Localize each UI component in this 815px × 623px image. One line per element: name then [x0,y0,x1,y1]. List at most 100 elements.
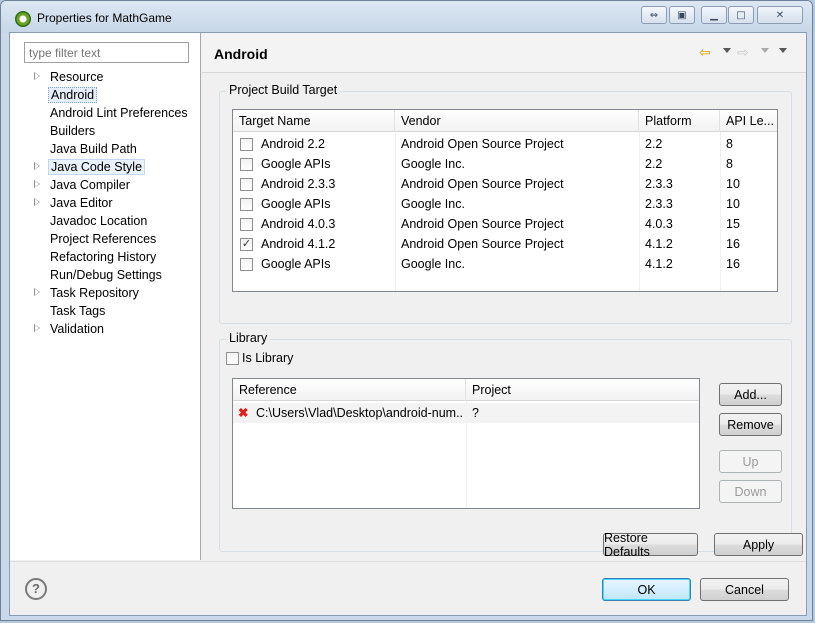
tree-item-label: Javadoc Location [50,214,148,228]
cell-api: 8 [726,157,733,171]
tree-item-label: Task Repository [50,286,139,300]
cell-platform: 2.3.3 [645,177,673,191]
tree-item-label: Java Code Style [48,159,146,175]
forward-dropdown-icon [761,48,769,53]
tree-item[interactable]: Resource [32,68,190,86]
tree-item-label: Refactoring History [50,250,157,264]
restore-layout-icon[interactable]: ⇔ [641,6,667,24]
tree-item[interactable]: Java Build Path [32,140,190,158]
help-icon[interactable]: ? [25,578,47,600]
expand-arrow-icon[interactable] [34,72,40,80]
window-title: Properties for MathGame [37,11,172,25]
tree-item[interactable]: Task Repository [32,284,190,302]
expand-arrow-icon[interactable] [34,324,40,332]
checkbox[interactable] [240,198,253,211]
tree-item[interactable]: Validation [32,320,190,338]
is-library-box[interactable] [226,351,239,365]
checkbox[interactable] [240,258,253,271]
is-library-checkbox[interactable]: Is Library [226,350,293,366]
tree-item[interactable]: Java Editor [32,194,190,212]
cell-vendor: Google Inc. [401,257,465,271]
tree-item[interactable]: Run/Debug Settings [32,266,190,284]
ok-button[interactable]: OK [602,578,691,601]
col-vendor[interactable]: Vendor [395,110,639,132]
filter-input[interactable] [24,42,189,63]
build-target-table[interactable]: Target Name Vendor Platform API Le... An… [232,109,778,292]
table-row[interactable]: Android 2.3.3 Android Open Source Project… [233,174,777,194]
remove-button[interactable]: Remove [719,413,782,436]
checkbox[interactable] [240,158,253,171]
close-button[interactable]: ✕ [757,6,803,24]
down-button[interactable]: Down [719,480,782,503]
tree-item[interactable]: Task Tags [32,302,190,320]
expand-arrow-icon[interactable] [34,198,40,206]
add-button[interactable]: Add... [719,383,782,406]
tree-item-label: Task Tags [50,304,106,318]
forward-arrow-icon: ⇨ [737,45,749,61]
cell-project: ? [472,406,479,420]
tree-item[interactable]: Java Compiler [32,176,190,194]
tree-item[interactable]: Android [32,86,190,104]
tree-item-label: Java Build Path [50,142,137,156]
checked-checkbox[interactable]: ✓ [240,238,253,251]
navigation-pane: Resource Android Android Lint Preferences B… [10,33,201,560]
apply-button[interactable]: Apply [714,533,803,556]
dialog-client: Resource Android Android Lint Preferences B… [9,32,807,616]
library-table[interactable]: Reference Project ✖ C:\Users\Vlad\Desktop… [232,378,700,509]
page-header: Android ⇦ ⇨ [202,33,806,73]
back-arrow-icon[interactable]: ⇦ [699,45,711,61]
table-row[interactable]: Google APIs Google Inc. 2.2 8 [233,154,777,174]
minimize-button[interactable]: ▁ [701,6,727,24]
tree-item[interactable]: Java Code Style [32,158,190,176]
expand-arrow-icon[interactable] [34,180,40,188]
up-button[interactable]: Up [719,450,782,473]
back-dropdown-icon[interactable] [723,48,731,53]
expand-arrow-icon[interactable] [34,288,40,296]
table-row[interactable]: Android 4.0.3 Android Open Source Project… [233,214,777,234]
maximize-button[interactable]: □ [728,6,754,24]
cell-vendor: Android Open Source Project [401,177,564,191]
properties-window: Properties for MathGame ⇔ ▣ ▁ □ ✕ Resour… [0,0,813,621]
tree-item[interactable]: Builders [32,122,190,140]
restore-defaults-button[interactable]: Restore Defaults [603,531,698,559]
cancel-button[interactable]: Cancel [700,578,789,601]
tree-item[interactable]: Project References [32,230,190,248]
col-project[interactable]: Project [466,379,699,401]
cell-name: Android 4.1.2 [261,237,336,251]
col-platform[interactable]: Platform [639,110,720,132]
table-row[interactable]: Android 2.2 Android Open Source Project 2.… [233,134,777,154]
checkbox[interactable] [240,138,253,151]
cell-api: 10 [726,197,740,211]
col-reference[interactable]: Reference [233,379,466,401]
checkbox[interactable] [240,178,253,191]
table-row[interactable]: ✓ Android 4.1.2 Android Open Source Projec… [233,234,777,254]
cell-vendor: Android Open Source Project [401,237,564,251]
cell-api: 16 [726,237,740,251]
tree-item-label: Run/Debug Settings [50,268,162,282]
pin-icon[interactable]: ▣ [669,6,695,24]
property-tree: Resource Android Android Lint Preferences B… [32,68,190,338]
table-row[interactable]: Google APIs Google Inc. 4.1.2 16 [233,254,777,274]
checkbox[interactable] [240,218,253,231]
tree-item-label: Android Lint Preferences [50,106,188,120]
error-icon: ✖ [238,406,249,420]
title-bar[interactable]: Properties for MathGame ⇔ ▣ ▁ □ ✕ [1,1,812,33]
view-menu-icon[interactable] [779,48,787,53]
eclipse-app-icon [15,11,31,27]
col-target-name[interactable]: Target Name [233,110,395,132]
tree-item-label: Android [48,87,98,103]
table-row[interactable]: Google APIs Google Inc. 2.3.3 10 [233,194,777,214]
cell-name: Android 4.0.3 [261,217,336,231]
tree-item[interactable]: Android Lint Preferences [32,104,190,122]
col-api-level[interactable]: API Le... [720,110,777,132]
cell-name: Google APIs [261,157,331,171]
tree-item[interactable]: Javadoc Location [32,212,190,230]
expand-arrow-icon[interactable] [34,162,40,170]
cell-vendor: Google Inc. [401,157,465,171]
table-row[interactable]: ✖ C:\Users\Vlad\Desktop\android-num...? [233,403,699,423]
cell-api: 16 [726,257,740,271]
cell-platform: 4.1.2 [645,257,673,271]
tree-item[interactable]: Refactoring History [32,248,190,266]
cell-vendor: Android Open Source Project [401,137,564,151]
is-library-text: Is Library [242,351,294,365]
